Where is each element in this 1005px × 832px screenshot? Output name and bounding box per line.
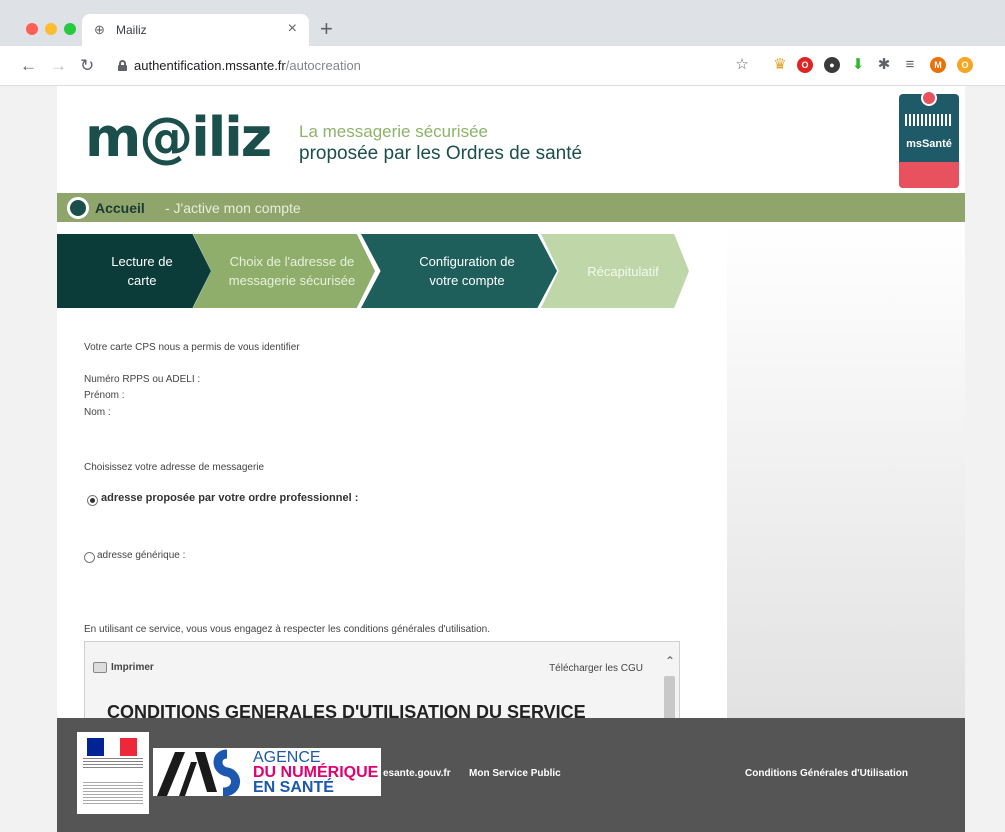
scroll-up-arrow-icon[interactable]: ⌃ [664,654,676,668]
lock-icon [118,60,127,71]
download-cgu-link[interactable]: Télécharger les CGU [549,663,643,674]
lock-icon [921,90,937,106]
logo-tagline-1: La messagerie sécurisée [299,122,488,141]
radio-generic-address[interactable] [84,552,95,563]
window-close-button[interactable] [26,23,38,35]
footer-link-service-public[interactable]: Mon Service Public [469,768,561,779]
ans-logo[interactable]: AGENCE DU NUMÉRIQUE EN SANTÉ [153,748,381,796]
profile-avatar[interactable]: M [930,57,946,73]
step-recap: Récapitulatif [541,234,689,308]
window-zoom-button[interactable] [64,23,76,35]
footer-link-cgu[interactable]: Conditions Générales d'Utilisation [745,768,908,779]
opera-extension-icon[interactable]: O [797,57,813,73]
close-icon[interactable]: × [288,20,297,38]
professional-address-label[interactable]: adresse proposée par votre ordre profess… [101,492,358,504]
browser-toolbar: ← → ↻ authentification.mssante.fr/autocr… [0,46,1005,86]
step-card-reading: Lecture de carte [57,234,211,308]
identity-intro: Votre carte CPS nous a permis de vous id… [84,342,300,353]
progress-steps: Récapitulatif Configuration de votre comp… [57,234,697,308]
address-bar[interactable]: authentification.mssante.fr/autocreation [108,54,388,78]
reload-icon[interactable]: ↻ [80,56,94,76]
extension-orange-icon[interactable]: O [957,57,973,73]
breadcrumb-home-link[interactable]: Accueil [95,200,145,216]
back-arrow-icon[interactable]: ← [20,56,37,76]
badge-footer [899,162,959,188]
rf-motto [83,758,143,770]
mssante-badge: msSanté [899,90,959,188]
logo-tagline-2: proposée par les Ordres de santé [299,143,583,164]
radio-professional-address[interactable] [87,495,98,506]
home-circle-icon [67,197,89,219]
firstname-label: Prénom : [84,390,125,401]
url-text: authentification.mssante.fr/autocreation [134,58,361,73]
browser-tab-bar: ⊕ Mailiz × + [0,0,1005,46]
step-address-choice: Choix de l'adresse de messagerie sécurisé… [193,234,375,308]
address-prompt: Choisissez votre adresse de messagerie [84,462,265,473]
rf-ministry-name [83,782,143,804]
french-flag-icon [87,738,138,756]
window-minimize-button[interactable] [45,23,57,35]
new-tab-button[interactable]: + [320,18,333,40]
badge-pattern [905,114,953,126]
globe-icon: ⊕ [94,22,105,37]
breadcrumb: Accueil - J'active mon compte [57,193,965,222]
puzzle-color-extension-icon[interactable]: ● [824,57,840,73]
bookmark-star-icon[interactable]: ☆ [734,57,750,73]
rpps-label: Numéro RPPS ou ADELI : [84,374,201,385]
browser-tab[interactable]: ⊕ Mailiz × [82,14,309,46]
ans-mark-icon [157,749,240,796]
ans-line-1: AGENCE [253,749,321,766]
breadcrumb-current: - J'active mon compte [165,200,301,216]
logo-wordmark: m@iliz [85,106,272,169]
extensions-puzzle-icon[interactable]: ✱ [876,57,892,73]
tab-title: Mailiz [116,23,147,37]
right-sidebar [727,222,965,718]
playlist-icon[interactable]: ≡ [902,57,918,73]
lastname-label: Nom : [84,407,111,418]
republique-francaise-logo[interactable] [77,732,149,814]
ans-line-2: DU NUMÉRIQUE [253,764,379,781]
footer-link-esante[interactable]: esante.gouv.fr [383,768,451,779]
forward-arrow-icon[interactable]: → [50,56,67,76]
scrollbar-thumb[interactable] [664,676,675,722]
generic-address-label[interactable]: adresse générique : [97,550,185,561]
cgu-notice: En utilisant ce service, vous vous engag… [84,624,491,635]
print-link[interactable]: Imprimer [111,662,154,673]
ans-line-3: EN SANTÉ [253,779,334,796]
page-footer: AGENCE DU NUMÉRIQUE EN SANTÉ esante.gouv… [57,718,965,832]
step-configuration: Configuration de votre compte [361,234,557,308]
web-page: m@iliz La messagerie sécurisée proposée … [57,86,965,832]
badge-label: msSanté [906,138,952,150]
printer-icon[interactable] [93,662,107,673]
crown-extension-icon[interactable]: ♛ [772,57,788,73]
download-arrow-extension-icon[interactable]: ⬇ [850,57,866,73]
